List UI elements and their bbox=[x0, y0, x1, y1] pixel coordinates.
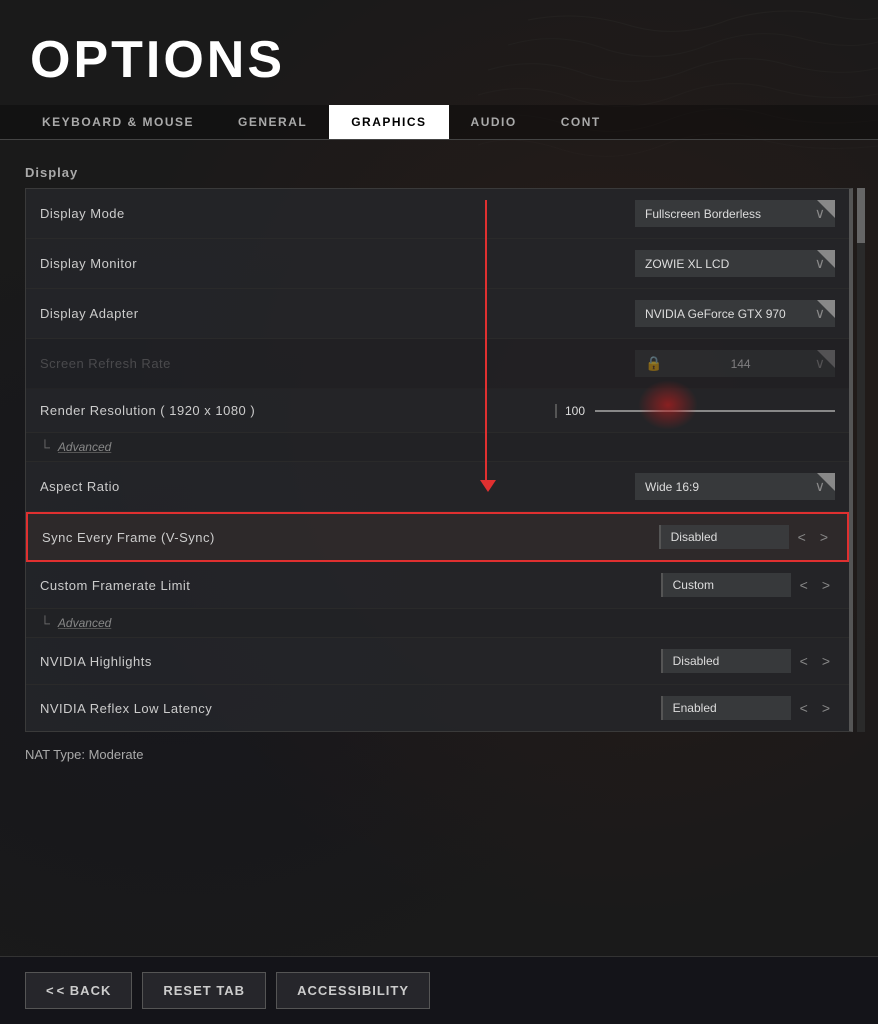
corner-decoration bbox=[817, 200, 835, 218]
setting-render-resolution[interactable]: Render Resolution ( 1920 x 1080 ) 100 bbox=[26, 389, 849, 433]
setting-nvidia-reflex[interactable]: NVIDIA Reflex Low Latency Enabled < > bbox=[26, 685, 849, 731]
setting-display-monitor[interactable]: Display Monitor ZOWIE XL LCD ∨ bbox=[26, 239, 849, 289]
main-content: Display Display Mode Fullscreen Borderle… bbox=[0, 140, 878, 974]
refresh-rate-dropdown: 🔒 144 ∨ bbox=[635, 350, 835, 377]
setting-nvidia-highlights[interactable]: NVIDIA Highlights Disabled < > bbox=[26, 638, 849, 685]
advanced-section-1[interactable]: └ Advanced bbox=[26, 433, 849, 462]
display-mode-dropdown[interactable]: Fullscreen Borderless ∨ bbox=[635, 200, 835, 227]
setting-framerate-limit[interactable]: Custom Framerate Limit Custom < > bbox=[26, 562, 849, 609]
reset-tab-button[interactable]: Reset Tab bbox=[142, 972, 266, 1009]
left-arrow-icon[interactable]: < bbox=[795, 698, 813, 718]
display-adapter-value: NVIDIA GeForce GTX 970 ∨ bbox=[635, 300, 835, 327]
setting-screen-refresh-rate: Screen Refresh Rate 🔒 144 ∨ bbox=[26, 339, 849, 389]
corner-decoration bbox=[817, 350, 835, 368]
left-arrow-icon[interactable]: < bbox=[795, 651, 813, 671]
back-label: < Back bbox=[57, 983, 112, 998]
slider-fill bbox=[595, 410, 835, 412]
page-content: OPTIONS KEYBOARD & MOUSE GENERAL GRAPHIC… bbox=[0, 0, 878, 1024]
nvidia-highlights-value: Disabled < > bbox=[661, 649, 835, 673]
display-mode-dropdown-value: Fullscreen Borderless ∨ bbox=[635, 200, 835, 227]
tab-audio[interactable]: AUDIO bbox=[449, 105, 539, 139]
vsync-value: Disabled < > bbox=[659, 525, 833, 549]
settings-container: Display Mode Fullscreen Borderless ∨ bbox=[25, 188, 853, 732]
bracket-icon: └ bbox=[40, 439, 50, 455]
display-mode-value: Fullscreen Borderless ∨ bbox=[635, 200, 835, 227]
right-arrow-icon[interactable]: > bbox=[817, 698, 835, 718]
slider-track[interactable] bbox=[595, 410, 835, 412]
vsync-nav[interactable]: Disabled < > bbox=[659, 525, 833, 549]
tab-general[interactable]: GENERAL bbox=[216, 105, 329, 139]
refresh-rate-dropdown-value: 🔒 144 ∨ bbox=[635, 350, 835, 377]
scrollbar-thumb[interactable] bbox=[857, 188, 865, 243]
tab-controls[interactable]: CONT bbox=[539, 105, 623, 139]
corner-decoration bbox=[817, 250, 835, 268]
nvidia-reflex-value: Enabled < > bbox=[661, 696, 835, 720]
back-arrow-icon: < bbox=[46, 983, 55, 998]
page-title: OPTIONS bbox=[0, 20, 878, 105]
render-resolution-slider[interactable]: 100 bbox=[555, 404, 835, 418]
display-monitor-value: ZOWIE XL LCD ∨ bbox=[635, 250, 835, 277]
display-monitor-dropdown[interactable]: ZOWIE XL LCD ∨ bbox=[635, 250, 835, 277]
setting-display-mode[interactable]: Display Mode Fullscreen Borderless ∨ bbox=[26, 189, 849, 239]
refresh-rate-value: 🔒 144 ∨ bbox=[635, 350, 835, 377]
render-resolution-value: 100 bbox=[555, 404, 835, 418]
nat-type-info: NAT Type: Moderate bbox=[25, 732, 853, 772]
display-adapter-dropdown-value: NVIDIA GeForce GTX 970 ∨ bbox=[635, 300, 835, 327]
right-arrow-icon[interactable]: > bbox=[815, 527, 833, 547]
nvidia-highlights-nav[interactable]: Disabled < > bbox=[661, 649, 835, 673]
advanced-section-2[interactable]: └ Advanced bbox=[26, 609, 849, 638]
nvidia-reflex-nav[interactable]: Enabled < > bbox=[661, 696, 835, 720]
tabs-bar: KEYBOARD & MOUSE GENERAL GRAPHICS AUDIO … bbox=[0, 105, 878, 140]
accessibility-button[interactable]: Accessibility bbox=[276, 972, 430, 1009]
aspect-ratio-dropdown-value: Wide 16:9 ∨ bbox=[635, 473, 835, 500]
aspect-ratio-dropdown[interactable]: Wide 16:9 ∨ bbox=[635, 473, 835, 500]
bracket-icon: └ bbox=[40, 615, 50, 631]
display-adapter-dropdown[interactable]: NVIDIA GeForce GTX 970 ∨ bbox=[635, 300, 835, 327]
corner-decoration bbox=[817, 300, 835, 318]
left-arrow-icon[interactable]: < bbox=[793, 527, 811, 547]
setting-aspect-ratio[interactable]: Aspect Ratio Wide 16:9 ∨ bbox=[26, 462, 849, 512]
setting-display-adapter[interactable]: Display Adapter NVIDIA GeForce GTX 970 ∨ bbox=[26, 289, 849, 339]
left-arrow-icon[interactable]: < bbox=[795, 575, 813, 595]
lock-icon: 🔒 bbox=[645, 355, 662, 372]
framerate-limit-value: Custom < > bbox=[661, 573, 835, 597]
aspect-ratio-value: Wide 16:9 ∨ bbox=[635, 473, 835, 500]
scrollbar[interactable] bbox=[857, 188, 865, 732]
back-button[interactable]: < < Back bbox=[25, 972, 132, 1009]
tab-keyboard-mouse[interactable]: KEYBOARD & MOUSE bbox=[20, 105, 216, 139]
settings-wrapper: Display Mode Fullscreen Borderless ∨ bbox=[25, 188, 853, 732]
corner-decoration bbox=[817, 473, 835, 491]
right-arrow-icon[interactable]: > bbox=[817, 575, 835, 595]
display-monitor-dropdown-value: ZOWIE XL LCD ∨ bbox=[635, 250, 835, 277]
tab-graphics[interactable]: GRAPHICS bbox=[329, 105, 448, 139]
bottom-bar: < < Back Reset Tab Accessibility bbox=[0, 956, 878, 1024]
framerate-limit-nav[interactable]: Custom < > bbox=[661, 573, 835, 597]
setting-vsync[interactable]: Sync Every Frame (V-Sync) Disabled < > bbox=[26, 512, 849, 562]
display-section-label: Display bbox=[25, 165, 853, 180]
right-arrow-icon[interactable]: > bbox=[817, 651, 835, 671]
